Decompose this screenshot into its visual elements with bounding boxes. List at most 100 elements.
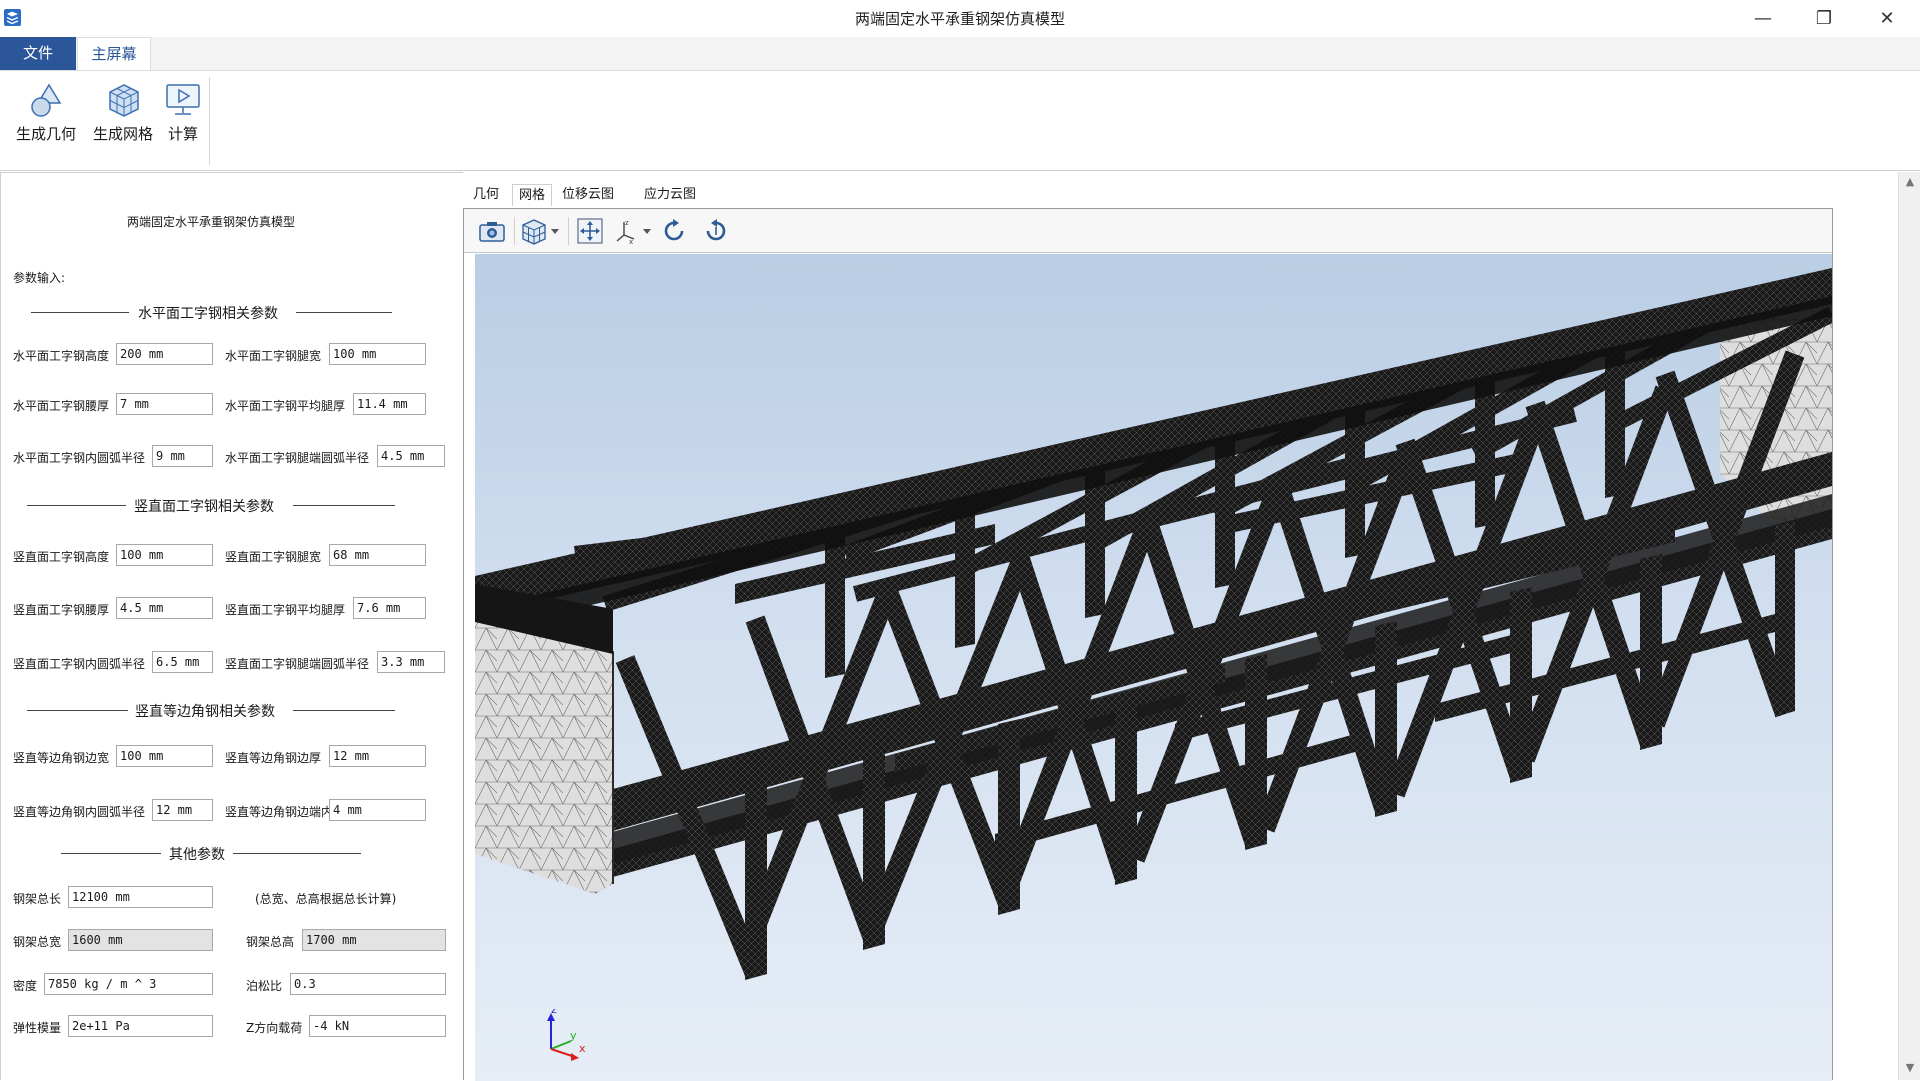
label-vertical-inner-radius: 竖直面工字钢内圆弧半径 — [13, 657, 146, 671]
input-modulus[interactable]: 2e+11 Pa — [68, 1015, 213, 1037]
divider-line — [61, 853, 161, 854]
input-density[interactable]: 7850 kg / m ^ 3 — [44, 973, 213, 995]
scroll-down-icon[interactable]: ▼ — [1904, 1062, 1916, 1074]
input-angle-end-radius[interactable]: 4 mm — [329, 799, 426, 821]
input-section-label: 参数输入: — [13, 271, 66, 285]
divider-line — [233, 853, 361, 854]
label-horizontal-end-radius: 水平面工字钢腿端圆弧半径 — [225, 451, 370, 465]
input-horizontal-height[interactable]: 200 mm — [116, 343, 213, 365]
mesh-cube-icon — [109, 84, 139, 117]
parameter-panel: 两端固定水平承重钢架仿真模型 参数输入: 水平面工字钢相关参数 水平面工字钢高度… — [0, 172, 463, 1080]
label-total-length: 钢架总长 — [13, 892, 62, 906]
tab-displacement[interactable]: 位移云图 — [560, 184, 616, 206]
input-horizontal-avg-leg[interactable]: 11.4 mm — [353, 393, 426, 415]
close-button[interactable]: ✕ — [1856, 0, 1918, 36]
mesh-view-canvas[interactable]: z y x — [475, 254, 1832, 1081]
steel-truss-mesh — [475, 268, 1832, 980]
input-vertical-height[interactable]: 100 mm — [116, 544, 213, 566]
label-vertical-web: 竖直面工字钢腰厚 — [13, 603, 110, 617]
label-angle-inner-radius: 竖直等边角钢内圆弧半径 — [13, 805, 146, 819]
label-vertical-height: 竖直面工字钢高度 — [13, 550, 110, 564]
toolbar-separator — [514, 217, 515, 245]
divider-line — [296, 312, 392, 313]
tab-stress[interactable]: 应力云图 — [642, 184, 698, 206]
generate-geometry-label: 生成几何 — [15, 125, 76, 143]
input-vertical-leg-width[interactable]: 68 mm — [329, 544, 426, 566]
divider-line — [31, 312, 129, 313]
axis-label-x: x — [579, 1042, 586, 1055]
input-horizontal-end-radius[interactable]: 4.5 mm — [377, 445, 445, 467]
ribbon-tabs: 文件 主屏幕 — [0, 37, 1920, 71]
input-poisson[interactable]: 0.3 — [290, 973, 446, 995]
label-density: 密度 — [13, 979, 38, 993]
tab-mesh[interactable]: 网格 — [512, 184, 552, 206]
input-total-height: 1700 mm — [302, 929, 446, 951]
restore-button[interactable]: ❐ — [1793, 0, 1855, 36]
rotate-counterclockwise-icon[interactable] — [702, 217, 730, 245]
view-mode-cube-icon[interactable] — [520, 217, 562, 245]
viewer-toolbar: z x — [464, 209, 1832, 253]
input-vertical-web[interactable]: 4.5 mm — [116, 597, 213, 619]
tab-geometry[interactable]: 几何 — [470, 184, 502, 206]
label-total-width: 钢架总宽 — [13, 935, 62, 949]
section-header-other: 其他参数 — [169, 847, 225, 863]
divider-line — [293, 505, 395, 506]
input-horizontal-inner-radius[interactable]: 9 mm — [152, 445, 213, 467]
compute-button[interactable]: 计算 — [162, 81, 204, 161]
section-header-angle: 竖直等边角钢相关参数 — [135, 704, 275, 720]
input-vertical-inner-radius[interactable]: 6.5 mm — [152, 651, 213, 673]
input-horizontal-leg-width[interactable]: 100 mm — [329, 343, 426, 365]
panel-title: 两端固定水平承重钢架仿真模型 — [126, 215, 295, 229]
generate-mesh-label: 生成网格 — [92, 125, 153, 143]
monitor-play-icon — [166, 84, 200, 115]
input-vertical-end-radius[interactable]: 3.3 mm — [377, 651, 445, 673]
label-vertical-leg-width: 竖直面工字钢腿宽 — [225, 550, 322, 564]
window-title: 两端固定水平承重钢架仿真模型 — [854, 10, 1065, 28]
generate-geometry-button[interactable]: 生成几何 — [12, 81, 80, 161]
input-total-length[interactable]: 12100 mm — [68, 886, 213, 908]
label-horizontal-avg-leg: 水平面工字钢平均腿厚 — [225, 399, 346, 413]
label-vertical-avg-leg: 竖直面工字钢平均腿厚 — [225, 603, 346, 617]
divider-line — [27, 710, 128, 711]
section-header-horizontal: 水平面工字钢相关参数 — [138, 306, 278, 322]
vertical-scrollbar[interactable]: ▲ ▼ — [1898, 172, 1920, 1080]
input-vertical-avg-leg[interactable]: 7.6 mm — [353, 597, 426, 619]
axis-label-z: z — [551, 1009, 557, 1016]
svg-text:z: z — [625, 219, 629, 227]
camera-icon[interactable] — [478, 217, 506, 245]
input-angle-inner-radius[interactable]: 12 mm — [152, 799, 213, 821]
fit-view-icon[interactable] — [576, 217, 604, 245]
generate-mesh-button[interactable]: 生成网格 — [90, 81, 156, 161]
dimension-note: (总宽、总高根据总长计算) — [255, 892, 397, 906]
axis-triad: z y x — [547, 1009, 586, 1061]
label-horizontal-inner-radius: 水平面工字钢内圆弧半径 — [13, 451, 146, 465]
input-angle-side[interactable]: 100 mm — [116, 745, 213, 767]
label-z-load: Z方向载荷 — [246, 1021, 303, 1035]
label-angle-thickness: 竖直等边角钢边厚 — [225, 751, 322, 765]
workspace: 两端固定水平承重钢架仿真模型 参数输入: 水平面工字钢相关参数 水平面工字钢高度… — [0, 172, 1920, 1081]
section-header-vertical: 竖直面工字钢相关参数 — [134, 499, 274, 515]
tab-home[interactable]: 主屏幕 — [77, 37, 151, 71]
label-angle-side: 竖直等边角钢边宽 — [13, 751, 110, 765]
label-poisson: 泊松比 — [246, 979, 283, 993]
input-total-width: 1600 mm — [68, 929, 213, 951]
compute-label: 计算 — [167, 125, 198, 143]
label-total-height: 钢架总高 — [246, 935, 295, 949]
near-end-face — [475, 619, 613, 894]
tab-file[interactable]: 文件 — [0, 37, 76, 70]
toolbar-separator — [568, 217, 569, 245]
minimize-button[interactable]: — — [1732, 0, 1794, 36]
rotate-clockwise-icon[interactable] — [660, 217, 688, 245]
axis-label-y: y — [570, 1029, 577, 1042]
axes-orientation-icon[interactable]: z x — [612, 217, 654, 245]
viewer-panel: z x z y x — [463, 208, 1833, 1081]
input-angle-thickness[interactable]: 12 mm — [329, 745, 426, 767]
input-horizontal-web[interactable]: 7 mm — [116, 393, 213, 415]
divider-line — [27, 505, 126, 506]
scroll-up-icon[interactable]: ▲ — [1904, 176, 1916, 188]
title-bar: 两端固定水平承重钢架仿真模型 — ❐ ✕ — [0, 0, 1920, 36]
svg-text:x: x — [629, 238, 633, 245]
label-horizontal-leg-width: 水平面工字钢腿宽 — [225, 349, 322, 363]
label-horizontal-web: 水平面工字钢腰厚 — [13, 399, 110, 413]
input-z-load[interactable]: -4 kN — [309, 1015, 446, 1037]
